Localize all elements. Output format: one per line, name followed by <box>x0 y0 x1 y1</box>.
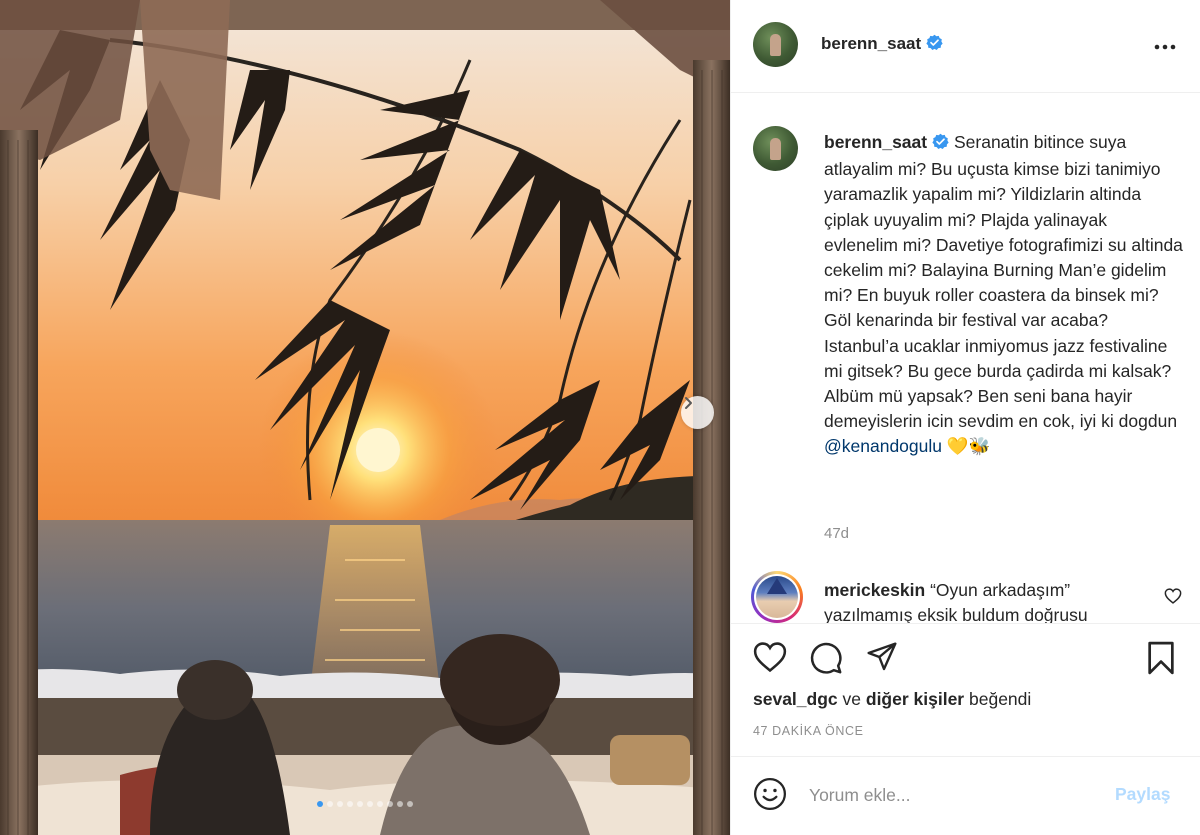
comment-like-heart-icon[interactable] <box>1164 588 1182 609</box>
verified-badge-icon <box>932 132 949 157</box>
caption-text: Seranatin bitince suya atlayalim mi? Bu … <box>824 132 1183 432</box>
comment: merickeskin “Oyun arkadaşım” yazılmamış … <box>824 578 1154 623</box>
post-caption: berenn_saat Seranatin bitince suya atlay… <box>824 130 1184 460</box>
verified-badge-icon <box>926 34 943 56</box>
avatar[interactable] <box>753 22 798 67</box>
carousel-indicator <box>0 801 730 807</box>
post-header: berenn_saat <box>731 0 1200 93</box>
post-actions: seval_dgc ve diğer kişiler beğendi 47 DA… <box>731 623 1200 756</box>
sunset-beach-image <box>0 0 730 835</box>
comment-input[interactable] <box>809 781 1109 809</box>
carousel-dot <box>377 801 383 807</box>
scrollbar[interactable] <box>1196 0 1200 835</box>
comment-avatar-photo <box>756 576 798 618</box>
username-text[interactable]: berenn_saat <box>821 34 921 53</box>
post-comment-button[interactable]: Paylaş <box>1115 784 1170 805</box>
post-age[interactable]: 47d <box>824 525 849 542</box>
liked-by-username[interactable]: seval_dgc <box>753 689 838 709</box>
caption-emojis: 💛🐝 <box>946 436 991 457</box>
carousel-dot <box>347 801 353 807</box>
post-side-panel: berenn_saat berenn_saat Seranatin bitinc… <box>730 0 1200 835</box>
bookmark-icon[interactable] <box>1145 641 1177 680</box>
carousel-dot <box>327 801 333 807</box>
caption-avatar[interactable] <box>753 126 798 171</box>
heart-icon[interactable] <box>753 641 787 678</box>
post-author-username[interactable]: berenn_saat <box>821 34 943 56</box>
post-timestamp[interactable]: 47 DAKİKA ÖNCE <box>753 724 864 738</box>
post-photo[interactable] <box>0 0 730 835</box>
carousel-dot <box>337 801 343 807</box>
comment-username[interactable]: merickeskin <box>824 580 925 600</box>
add-comment-bar: Paylaş <box>731 756 1200 835</box>
caption-username[interactable]: berenn_saat <box>824 132 927 152</box>
more-options-icon[interactable] <box>1154 34 1176 52</box>
next-slide-button[interactable] <box>681 396 714 429</box>
likes-summary[interactable]: seval_dgc ve diğer kişiler beğendi <box>753 689 1031 710</box>
carousel-dot <box>357 801 363 807</box>
carousel-dot <box>397 801 403 807</box>
carousel-dot <box>407 801 413 807</box>
mention-link[interactable]: @kenandogulu <box>824 436 942 456</box>
comment-avatar[interactable] <box>751 571 803 623</box>
likes-liked-text: beğendi <box>969 689 1032 709</box>
emoji-smiley-icon[interactable] <box>753 777 787 816</box>
caption-and-comments[interactable]: berenn_saat Seranatin bitince suya atlay… <box>731 93 1200 623</box>
carousel-dot <box>317 801 323 807</box>
likes-others-link[interactable]: diğer kişiler <box>866 689 964 709</box>
comment-icon[interactable] <box>809 641 843 680</box>
send-icon[interactable] <box>865 641 899 678</box>
carousel-dot <box>367 801 373 807</box>
likes-and-text: ve <box>842 689 861 709</box>
carousel-dot <box>387 801 393 807</box>
